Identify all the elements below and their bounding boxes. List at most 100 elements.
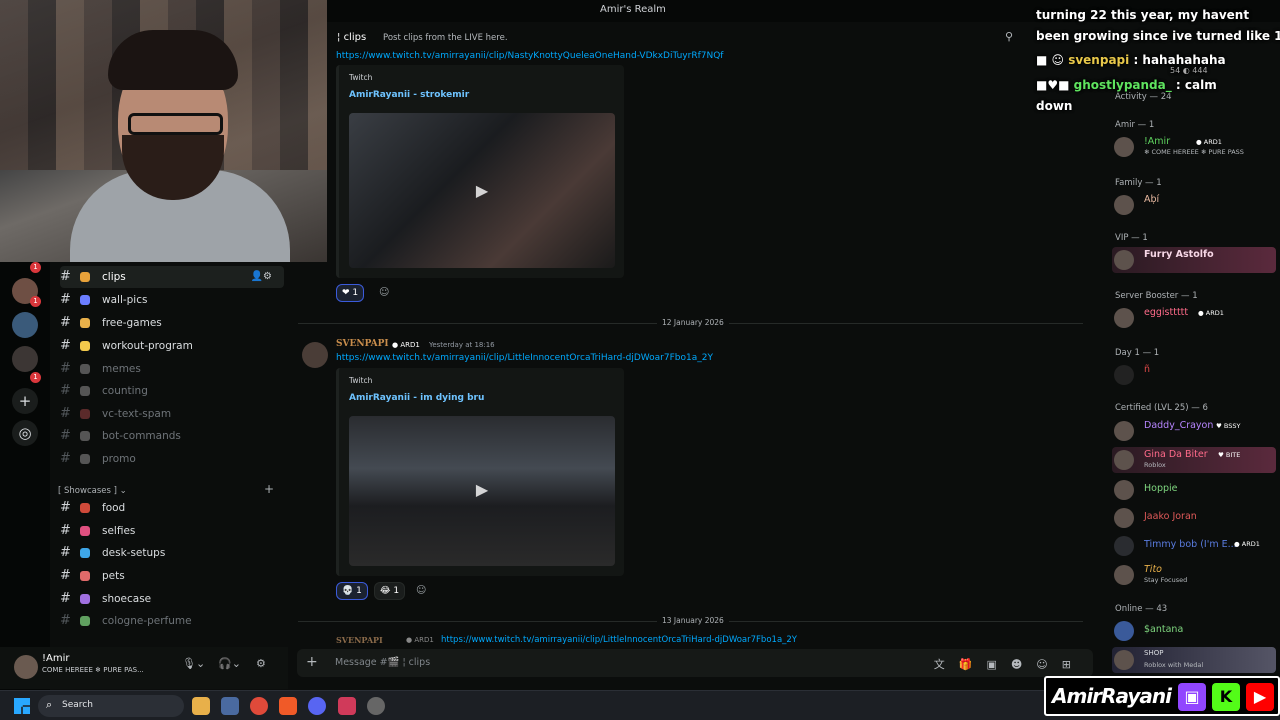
- avatar[interactable]: [14, 655, 38, 679]
- discord-icon[interactable]: [308, 697, 326, 715]
- reaction-heart[interactable]: ❤ 1: [336, 284, 365, 302]
- youtube-icon: ▶: [1246, 683, 1274, 711]
- file-explorer-icon[interactable]: [192, 697, 210, 715]
- hash-icon: #: [60, 591, 71, 606]
- overlay-username: svenpapi: [1068, 53, 1130, 67]
- role-badge: ● ARD1: [406, 636, 434, 644]
- member-row[interactable]: Jaako Joran: [1112, 505, 1276, 531]
- channel-settings-icon[interactable]: 👤⚙: [251, 266, 272, 288]
- unread-badge: 1: [30, 372, 41, 383]
- reaction-laugh[interactable]: 😂 1: [374, 582, 406, 600]
- channel-food[interactable]: # food: [60, 497, 284, 519]
- embed-provider: Twitch: [349, 376, 373, 385]
- app-icon[interactable]: [338, 697, 356, 715]
- member-name: SHOP: [1144, 649, 1164, 657]
- add-server-icon[interactable]: +: [12, 388, 38, 414]
- member-row[interactable]: Tito Stay Focused: [1112, 562, 1276, 588]
- message-composer[interactable]: + Message #🎬 ¦ clips 文🎁▣☻☺⊞: [297, 649, 1093, 677]
- member-name: Jaako Joran: [1144, 511, 1197, 522]
- embed-title[interactable]: AmirRayanii - im dying bru: [349, 393, 484, 403]
- channel-pets[interactable]: # pets: [60, 565, 284, 587]
- member-row[interactable]: SHOP Roblox with Medal: [1112, 647, 1276, 673]
- video-thumbnail[interactable]: ▶: [349, 416, 615, 566]
- channel-vc-text-spam[interactable]: # vc-text-spam: [60, 403, 284, 425]
- compass-icon[interactable]: ◎: [12, 420, 38, 446]
- play-icon[interactable]: ▶: [467, 179, 497, 203]
- member-name: Gina Da Biter: [1144, 449, 1208, 460]
- obs-icon[interactable]: [367, 697, 385, 715]
- play-icon[interactable]: ▶: [467, 478, 497, 502]
- member-row[interactable]: Gina Da Biter ♥ BITE Roblox: [1112, 447, 1276, 473]
- channel-label: wall-pics: [102, 294, 148, 306]
- reaction-count: 1: [352, 288, 359, 298]
- clip-link[interactable]: https://www.twitch.tv/amirrayanii/clip/L…: [441, 635, 797, 645]
- windows-start-icon[interactable]: [14, 698, 30, 714]
- category-label: [ Showcases ]: [58, 486, 117, 496]
- clip-link[interactable]: https://www.twitch.tv/amirrayanii/clip/N…: [336, 51, 723, 61]
- role-badge: ● ARD1: [1198, 309, 1224, 317]
- timestamp: Yesterday at 18:16: [429, 341, 495, 349]
- member-row[interactable]: Hoppie: [1112, 477, 1276, 503]
- headphones-icon[interactable]: 🎧⌄: [218, 657, 241, 670]
- channel-counting[interactable]: # counting: [60, 380, 284, 402]
- embed-title[interactable]: AmirRayanii - strokemir: [349, 90, 469, 100]
- avatar: [1114, 421, 1134, 441]
- channel-free-games[interactable]: # free-games: [60, 312, 284, 334]
- member-row[interactable]: Aḅí: [1112, 192, 1276, 218]
- reaction-skull[interactable]: 💀 1: [336, 582, 368, 600]
- member-category: Family — 1: [1115, 178, 1162, 188]
- counter-text: 444: [1192, 66, 1208, 75]
- member-row[interactable]: $antana: [1112, 618, 1276, 644]
- add-attachment-icon[interactable]: +: [306, 654, 318, 670]
- channel-clips[interactable]: # clips 👤⚙: [60, 266, 284, 288]
- video-thumbnail[interactable]: ▶: [349, 113, 615, 268]
- channel-emoji-icon: [80, 594, 90, 604]
- gear-icon[interactable]: ⚙: [256, 657, 266, 670]
- pin-icon[interactable]: ⚲: [1005, 30, 1013, 43]
- channel-emoji-icon: [80, 526, 90, 536]
- composer-tools[interactable]: 文🎁▣☻☺⊞: [934, 656, 1085, 672]
- channel-memes[interactable]: # memes: [60, 358, 284, 380]
- chrome-icon[interactable]: [250, 697, 268, 715]
- server-list: 1 1 1 + ◎: [0, 262, 50, 692]
- microphone-icon[interactable]: 🎙⌄: [182, 657, 205, 670]
- channel-wall-pics[interactable]: # wall-pics: [60, 289, 284, 311]
- member-row[interactable]: eggisttttt ● ARD1: [1112, 305, 1276, 331]
- overlay-message: ■ ☺ svenpapi : hahahahaha: [1036, 53, 1226, 67]
- channel-bot-commands[interactable]: # bot-commands: [60, 425, 284, 447]
- member-row[interactable]: Furry Astolfo: [1112, 247, 1276, 273]
- calculator-icon[interactable]: [221, 697, 239, 715]
- server-icon[interactable]: [12, 312, 38, 338]
- search-icon: ⌕: [46, 698, 53, 711]
- message-list: https://www.twitch.tv/amirrayanii/clip/N…: [288, 50, 1088, 650]
- clip-link[interactable]: https://www.twitch.tv/amirrayanii/clip/L…: [336, 353, 713, 363]
- avatar[interactable]: [302, 342, 328, 368]
- member-row[interactable]: !Amir ● ARD1 ❄ COME HEREEE ❄ PURE PASS: [1112, 134, 1276, 160]
- taskbar-search[interactable]: ⌕ Search: [38, 695, 184, 717]
- channel-promo[interactable]: # promo: [60, 448, 284, 470]
- channel-label: free-games: [102, 317, 162, 329]
- member-row[interactable]: Timmy bob (I'm E... ● ARD1: [1112, 533, 1276, 559]
- message-author[interactable]: SVENPAPI: [336, 339, 389, 349]
- message-input[interactable]: Message #🎬 ¦ clips: [335, 657, 430, 668]
- role-badge-text: ARD1: [400, 341, 420, 349]
- avatar: [1114, 450, 1134, 470]
- member-row[interactable]: ñ: [1112, 362, 1276, 388]
- member-row[interactable]: Daddy_Crayon ♥ BSSY: [1112, 418, 1276, 444]
- channel-selfies[interactable]: # selfies: [60, 520, 284, 542]
- overlay-username: ghostlypanda_: [1073, 78, 1172, 92]
- add-reaction-icon[interactable]: ☺: [416, 585, 426, 596]
- add-channel-icon[interactable]: +: [264, 482, 274, 496]
- embed-provider: Twitch: [349, 73, 373, 82]
- channel-workout-program[interactable]: # workout-program: [60, 335, 284, 357]
- server-icon[interactable]: [12, 346, 38, 372]
- message-author[interactable]: SVENPAPI: [336, 635, 383, 645]
- username: !Amir: [42, 653, 70, 664]
- add-reaction-icon[interactable]: ☺: [379, 287, 389, 298]
- channel-shoecase[interactable]: # shoecase: [60, 588, 284, 610]
- brave-icon[interactable]: [279, 697, 297, 715]
- channel-desk-setups[interactable]: # desk-setups: [60, 542, 284, 564]
- channel-cologne-perfume[interactable]: # cologne-perfume: [60, 610, 284, 632]
- category-showcases[interactable]: [ Showcases ] ⌄: [58, 486, 127, 496]
- channel-label: bot-commands: [102, 430, 181, 442]
